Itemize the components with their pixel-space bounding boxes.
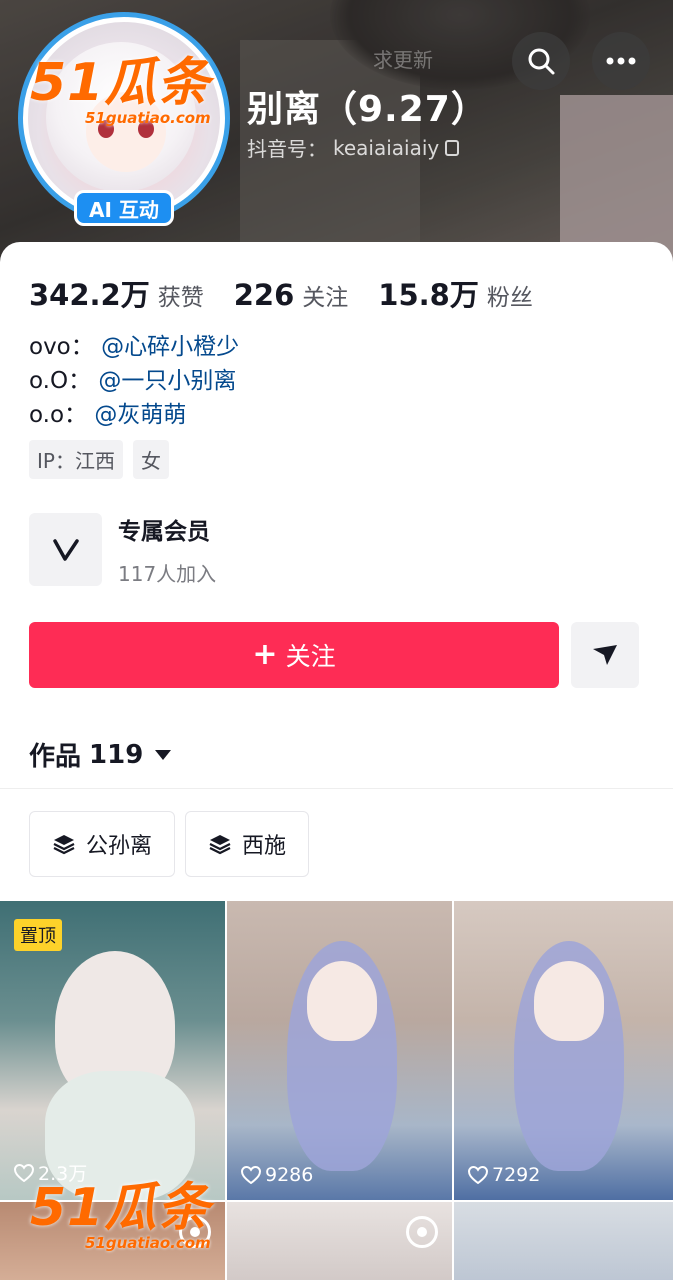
more-button[interactable] <box>592 32 650 90</box>
heart-icon <box>241 1166 261 1184</box>
follow-button[interactable]: + 关注 <box>29 622 559 688</box>
bio-line: o.O： @一只小别离 <box>29 368 237 394</box>
stat-following[interactable]: 226 关注 <box>234 278 349 312</box>
live-icon <box>406 1216 438 1248</box>
video-thumbnail[interactable]: 7292 <box>454 901 673 1200</box>
mention-link[interactable]: @一只小别离 <box>98 368 236 394</box>
more-icon <box>606 57 636 65</box>
douyin-id-label: 抖音号： <box>247 137 327 161</box>
profile-card: 342.2万 获赞 226 关注 15.8万 粉丝 ovo： @心碎小橙少 o.… <box>0 242 673 1280</box>
background-faint-text: 求更新 <box>373 48 433 72</box>
caret-down-icon <box>155 749 172 760</box>
collection-xishi[interactable]: 西施 <box>185 811 310 877</box>
douyin-id-value: keaiaiaiaiy <box>333 135 440 160</box>
ai-interact-badge[interactable]: AI 互动 <box>74 190 174 226</box>
video-thumbnail[interactable] <box>0 1202 225 1280</box>
live-icon <box>179 1216 211 1248</box>
douyin-id[interactable]: 抖音号： keaiaiaiaiy <box>247 133 460 162</box>
ip-tag: IP：江西 <box>29 440 123 479</box>
exclusive-member-entry[interactable]: 专属会员 117人加入 <box>29 512 216 587</box>
video-likes: 2.3万 <box>14 1159 87 1186</box>
collection-gongsunli[interactable]: 公孙离 <box>29 811 176 877</box>
bio: ovo： @心碎小橙少 o.O： @一只小别离 o.o： @灰萌萌 <box>29 330 239 432</box>
avatar-image <box>23 17 225 219</box>
video-likes: 7292 <box>468 1164 540 1186</box>
send-icon <box>593 645 617 665</box>
stat-followers[interactable]: 15.8万 粉丝 <box>378 272 533 314</box>
member-count: 117人加入 <box>118 562 217 586</box>
layers-icon <box>53 835 75 855</box>
share-button[interactable] <box>571 622 639 688</box>
search-icon <box>528 48 555 75</box>
mention-link[interactable]: @心碎小橙少 <box>101 334 239 360</box>
bio-line: ovo： @心碎小橙少 <box>29 334 240 360</box>
video-thumbnail[interactable]: 9286 <box>227 901 452 1200</box>
pinned-badge: 置顶 <box>14 919 62 951</box>
video-likes: 9286 <box>241 1164 313 1186</box>
member-title: 专属会员 <box>118 519 210 545</box>
video-thumbnail[interactable] <box>454 1202 673 1280</box>
nickname: 别离（9.27） <box>247 89 488 130</box>
collections-row: 公孙离 西施 <box>29 811 310 877</box>
gender-tag: 女 <box>132 440 169 479</box>
plus-icon: + <box>252 637 278 672</box>
member-v-icon <box>29 513 102 586</box>
search-button[interactable] <box>512 32 570 90</box>
video-thumbnail[interactable] <box>227 1202 452 1280</box>
video-thumbnail[interactable]: 置顶 2.3万 <box>0 901 225 1200</box>
divider <box>0 788 673 789</box>
copy-icon[interactable] <box>445 139 460 156</box>
profile-tags: IP：江西 女 <box>29 440 169 479</box>
stat-likes[interactable]: 342.2万 获赞 <box>29 272 204 314</box>
layers-icon <box>209 835 231 855</box>
heart-icon <box>468 1166 488 1184</box>
mention-link[interactable]: @灰萌萌 <box>94 402 186 428</box>
video-grid: 置顶 2.3万 9286 7292 <box>0 901 673 1280</box>
works-tab[interactable]: 作品 119 <box>29 736 172 773</box>
bio-line: o.o： @灰萌萌 <box>29 402 187 428</box>
stats-row: 342.2万 获赞 226 关注 15.8万 粉丝 <box>29 272 563 314</box>
heart-icon <box>14 1163 34 1182</box>
